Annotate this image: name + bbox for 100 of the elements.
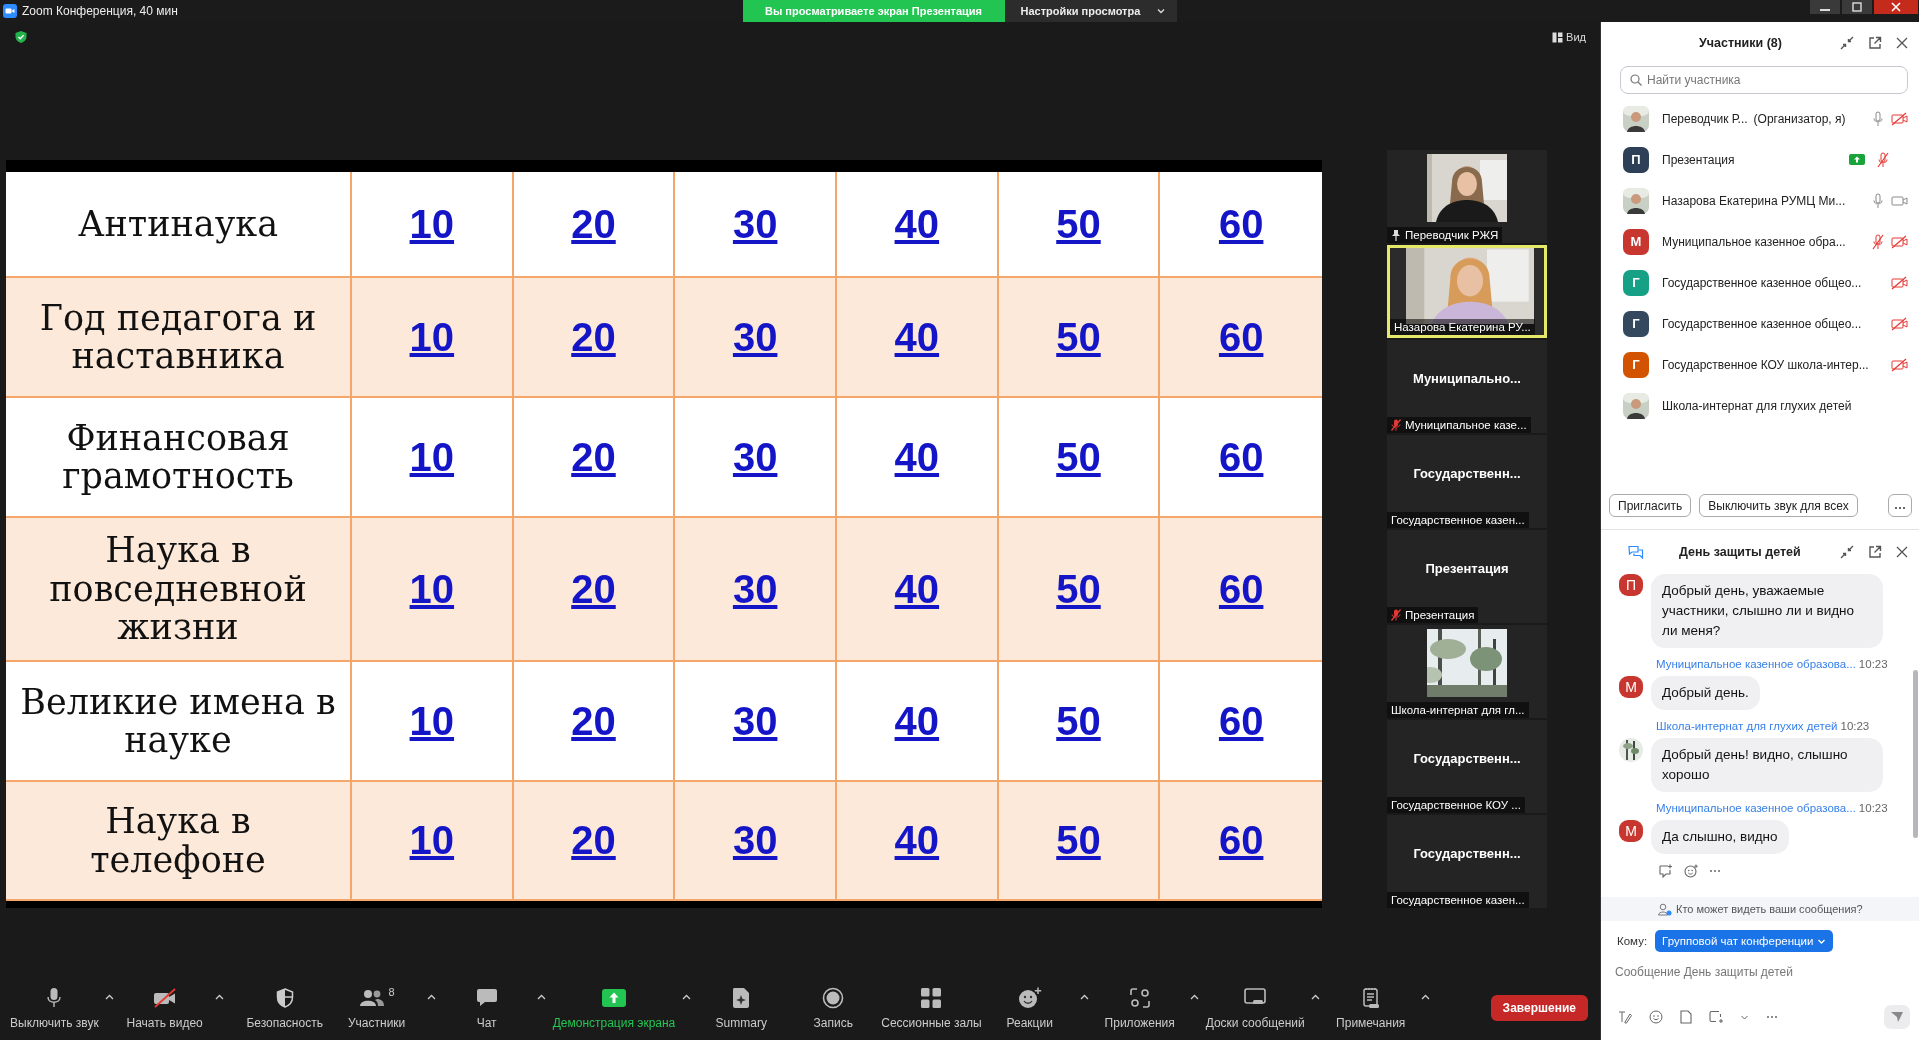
toolbar-button[interactable]: Приложения (1093, 981, 1186, 1034)
toolbar-button[interactable]: Summary (695, 981, 788, 1034)
score-link[interactable]: 10 (409, 566, 455, 612)
score-link[interactable]: 10 (409, 698, 455, 744)
end-meeting-button[interactable]: Завершение (1490, 994, 1588, 1021)
score-link[interactable]: 40 (894, 818, 940, 863)
camera-icon[interactable] (1891, 275, 1908, 290)
sender-name[interactable]: Муниципальное казенное образова... (1656, 658, 1856, 670)
toolbar-button[interactable]: Начать видео (118, 981, 211, 1034)
video-tile[interactable]: Муниципально... Муниципальное казе... (1387, 340, 1547, 433)
score-link[interactable]: 20 (571, 818, 616, 863)
score-link[interactable]: 50 (1056, 566, 1101, 612)
score-link[interactable]: 50 (1056, 201, 1101, 247)
sender-name[interactable]: Муниципальное казенное образова... (1656, 802, 1856, 814)
toolbar-button[interactable]: 8 Участники (330, 981, 423, 1034)
microphone-icon[interactable] (1872, 110, 1884, 127)
score-link[interactable]: 20 (571, 566, 616, 612)
score-link[interactable]: 30 (732, 314, 778, 360)
more-icon[interactable] (1709, 869, 1721, 873)
score-link[interactable]: 40 (894, 314, 940, 360)
video-tile[interactable]: Государственн... Государственное казен... (1387, 815, 1547, 908)
score-link[interactable]: 60 (1218, 566, 1264, 612)
collapse-icon[interactable] (1840, 36, 1854, 50)
video-tile[interactable]: Презентация Презентация (1387, 530, 1547, 623)
privacy-bar[interactable]: Кто может видеть ваши сообщения? (1601, 897, 1919, 921)
score-link[interactable]: 20 (571, 314, 616, 360)
microphone-icon[interactable] (1872, 233, 1884, 250)
participant-row[interactable]: Г Государственное казенное общео... (1601, 262, 1919, 303)
score-link[interactable]: 30 (732, 434, 778, 480)
scrollbar[interactable] (1913, 670, 1918, 838)
search-field[interactable]: Найти участника (1620, 66, 1908, 94)
toolbar-button[interactable]: Доски сообщений (1203, 981, 1307, 1034)
score-link[interactable]: 10 (409, 201, 455, 247)
video-tile[interactable]: Школа-интернат для гл... (1387, 625, 1547, 718)
score-link[interactable]: 10 (409, 818, 455, 863)
camera-icon[interactable] (1891, 193, 1908, 208)
panel-button[interactable]: Выключить звук для всех (1699, 494, 1858, 517)
participant-row[interactable]: Школа-интернат для глухих детей (1601, 385, 1919, 426)
score-link[interactable]: 40 (894, 434, 940, 480)
panel-button[interactable]: Пригласить (1609, 494, 1692, 517)
score-link[interactable]: 50 (1056, 818, 1101, 863)
video-tile[interactable]: Переводчик РЖЯ (1387, 150, 1547, 243)
close-icon[interactable] (1874, 0, 1918, 14)
score-link[interactable]: 30 (732, 698, 778, 744)
collapse-icon[interactable] (1840, 545, 1854, 559)
score-link[interactable]: 50 (1056, 434, 1101, 480)
restore-icon[interactable] (1842, 0, 1872, 14)
score-link[interactable]: 40 (894, 698, 940, 744)
reply-icon[interactable] (1659, 864, 1674, 878)
participant-row[interactable]: Г Государственное КОУ школа-интер... (1601, 344, 1919, 385)
toolbar-button[interactable]: Сессионные залы (879, 981, 984, 1034)
participant-row[interactable]: П Презентация (1601, 139, 1919, 180)
toolbar-button[interactable]: Демонстрация экрана (550, 981, 678, 1034)
score-link[interactable]: 50 (1056, 698, 1101, 744)
sender-name[interactable]: Школа-интернат для глухих детей (1656, 720, 1838, 732)
score-link[interactable]: 60 (1218, 818, 1264, 863)
participant-row[interactable]: Г Государственное казенное общео... (1601, 303, 1919, 344)
score-link[interactable]: 20 (571, 201, 616, 247)
score-link[interactable]: 10 (409, 314, 455, 360)
camera-icon[interactable] (1891, 111, 1908, 126)
toolbar-button[interactable]: Реакции (983, 981, 1076, 1034)
microphone-icon[interactable] (1877, 151, 1889, 168)
pop-out-icon[interactable] (1868, 545, 1882, 559)
toolbar-button[interactable]: Запись (787, 981, 880, 1034)
participant-row[interactable]: М Муниципальное казенное обра... (1601, 221, 1919, 262)
view-button[interactable]: Вид (1552, 31, 1586, 43)
toolbar-button[interactable]: Выключить звук (8, 981, 101, 1034)
more-icon[interactable] (1766, 1015, 1778, 1019)
participant-row[interactable]: Переводчик Р... (Организатор, я) (1601, 98, 1919, 139)
emoji-icon[interactable] (1649, 1010, 1663, 1024)
microphone-icon[interactable] (1872, 192, 1884, 209)
score-link[interactable]: 60 (1218, 314, 1264, 360)
view-settings-button[interactable]: Настройки просмотра (1004, 0, 1177, 22)
video-tile[interactable]: Государственн... Государственное казен... (1387, 435, 1547, 528)
score-link[interactable]: 20 (571, 434, 616, 480)
score-link[interactable]: 10 (409, 434, 455, 480)
toolbar-button[interactable]: Безопасность (238, 981, 331, 1034)
score-link[interactable]: 30 (732, 818, 778, 863)
add-reaction-icon[interactable] (1684, 864, 1699, 878)
close-icon[interactable] (1896, 37, 1908, 49)
video-tile[interactable]: Назарова Екатерина РУ... (1387, 245, 1547, 338)
score-link[interactable]: 30 (732, 201, 778, 247)
minimize-icon[interactable] (1810, 0, 1840, 14)
pop-out-icon[interactable] (1868, 36, 1882, 50)
score-link[interactable]: 50 (1056, 314, 1101, 360)
score-link[interactable]: 30 (732, 566, 778, 612)
camera-icon[interactable] (1891, 234, 1908, 249)
score-link[interactable]: 60 (1218, 201, 1264, 247)
score-link[interactable]: 60 (1218, 434, 1264, 480)
file-icon[interactable] (1680, 1010, 1692, 1024)
camera-icon[interactable] (1891, 316, 1908, 331)
score-link[interactable]: 40 (894, 201, 940, 247)
participant-row[interactable]: Назарова Екатерина РУМЦ Ми... (1601, 180, 1919, 221)
close-icon[interactable] (1896, 546, 1908, 558)
camera-icon[interactable] (1891, 357, 1908, 372)
toolbar-button[interactable]: Примечания (1324, 981, 1417, 1034)
toolbar-button[interactable]: Чат (440, 981, 533, 1034)
more-button[interactable] (1888, 494, 1912, 517)
send-button[interactable] (1884, 1005, 1910, 1029)
recipient-dropdown[interactable]: Групповой чат конференции (1655, 930, 1834, 952)
